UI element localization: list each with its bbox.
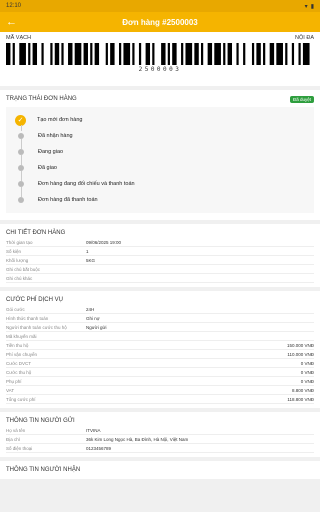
row-key: Số điện thoại <box>6 445 33 451</box>
sender-title: THÔNG TIN NGƯỜI GỬI <box>6 418 75 424</box>
sender-section: THÔNG TIN NGƯỜI GỬI Họ và tên ITVINA Địa … <box>0 412 320 457</box>
row-value: 8.800 VNĐ <box>291 387 314 393</box>
row-key: Ghi chú khác <box>6 275 33 281</box>
row-value: 110.000 VNĐ <box>287 351 314 357</box>
fee-amount-row: Phí vận chuyển 110.000 VNĐ <box>6 350 314 359</box>
row-key: Phí vận chuyển <box>6 351 38 357</box>
fee-amount-row: VAT 8.800 VNĐ <box>6 386 314 395</box>
row-value: Người gửi <box>86 324 107 330</box>
wifi-icon: ▾ <box>304 3 308 10</box>
barcode-label: MÃ VẠCH <box>6 35 32 41</box>
barcode-card: MÃ VẠCH NỘI ĐA 2500003 <box>0 32 320 86</box>
status-title: TRẠNG THÁI ĐƠN HÀNG <box>6 96 77 102</box>
step-label: Đã giao <box>38 165 57 171</box>
step-label: Đã nhận hàng <box>38 133 73 139</box>
step-label: Tạo mới đơn hàng <box>37 117 83 123</box>
fees-section: CƯỚC PHÍ DỊCH VỤ Gói cước 24H Hình thức t… <box>0 291 320 408</box>
row-value: 118.800 VNĐ <box>287 396 314 402</box>
status-timeline: ✓ Tạo mới đơn hàng Đã nhận hàng Đang gia… <box>6 107 314 213</box>
row-value: 5KG <box>86 257 96 263</box>
row-value: Ghi nợ <box>86 315 100 321</box>
fee-amount-row: Cước thu hộ 0 VNĐ <box>6 368 314 377</box>
detail-row: Khối lượng 5KG <box>6 256 314 265</box>
timeline-step: Đơn hàng đã thanh toán <box>14 192 306 208</box>
step-label: Đơn hàng đã thanh toán <box>38 197 98 203</box>
region-label: NỘI ĐA <box>295 35 314 41</box>
status-bar: 12:10 ▾ ▮ <box>0 0 320 12</box>
status-icons: ▾ ▮ <box>305 3 314 10</box>
fee-info-row: Gói cước 24H <box>6 305 314 314</box>
battery-icon: ▮ <box>310 3 314 10</box>
row-key: Tiền thu hộ <box>6 342 29 348</box>
row-value: ITVINA <box>86 427 101 433</box>
fee-amount-row: Phụ phí 0 VNĐ <box>6 377 314 386</box>
page-title: Đơn hàng #2500003 <box>122 17 198 27</box>
sender-row: Địa chỉ 36k Kim Long Ngọc Hà, Ba Đình, Hà… <box>6 435 314 444</box>
status-time: 12:10 <box>6 3 22 9</box>
row-value: 150.000 VNĐ <box>286 342 314 348</box>
row-value: 0 VNĐ <box>300 369 314 375</box>
step-label: Đơn hàng đang đối chiếu và thanh toán <box>38 181 135 187</box>
timeline-step: ✓ Tạo mới đơn hàng <box>14 112 306 131</box>
row-value: 09/06/2025 19:00 <box>86 239 122 245</box>
fee-amount-row: Cước DVCT 0 VNĐ <box>6 359 314 368</box>
row-key: Thời gian tạo <box>6 239 33 245</box>
row-key: Hình thức thanh toán <box>6 315 49 321</box>
row-key: Cước DVCT <box>6 360 31 366</box>
barcode-image <box>6 43 310 65</box>
row-key: Địa chỉ <box>6 436 20 442</box>
barcode-number: 2500003 <box>138 66 182 73</box>
app-bar: ← Đơn hàng #2500003 <box>0 12 320 32</box>
sender-row: Họ và tên ITVINA <box>6 426 314 435</box>
step-label: Đang giao <box>38 149 64 155</box>
row-value: 1 <box>86 248 89 254</box>
detail-row: Thời gian tạo 09/06/2025 19:00 <box>6 238 314 247</box>
timeline-step: Đã giao <box>14 160 306 181</box>
status-section: TRẠNG THÁI ĐƠN HÀNG Đã duyệt ✓ Tạo mới đ… <box>0 90 320 220</box>
row-value: 0 VNĐ <box>300 378 314 384</box>
detail-title: CHI TIẾT ĐƠN HÀNG <box>6 230 66 236</box>
status-badge: Đã duyệt <box>289 95 314 103</box>
row-key: Tổng cước phí <box>6 396 36 402</box>
receiver-section: THÔNG TIN NGƯỜI NHẬN <box>0 461 320 479</box>
check-icon: ✓ <box>15 114 26 126</box>
row-value: 0123456789 <box>86 445 112 451</box>
order-detail-section: CHI TIẾT ĐƠN HÀNG Thời gian tạo 09/06/202… <box>0 224 320 287</box>
row-key: Mã khuyến mãi <box>6 333 37 339</box>
timeline-step: Đã nhận hàng <box>14 128 306 149</box>
scroll-content[interactable]: MÃ VẠCH NỘI ĐA 2500003 TRẠNG THÁI ĐƠN HÀ… <box>0 32 320 512</box>
row-key: Khối lượng <box>6 257 29 263</box>
row-value: 36k Kim Long Ngọc Hà, Ba Đình, Hà Nội, V… <box>86 436 189 442</box>
timeline-step: Đơn hàng đang đối chiếu và thanh toán <box>14 176 306 197</box>
row-key: VAT <box>6 387 15 393</box>
row-key: Cước thu hộ <box>6 369 32 375</box>
fee-info-row: Mã khuyến mãi <box>6 332 314 341</box>
row-value: 24H <box>86 306 95 312</box>
detail-row: Ghi chú khác <box>6 274 314 283</box>
fee-info-row: Người thanh toán cước thu hộ Người gửi <box>6 323 314 332</box>
detail-row: Số kiện 1 <box>6 247 314 256</box>
row-key: Gói cước <box>6 306 25 312</box>
detail-row: Ghi chú bắt buộc <box>6 265 314 274</box>
fee-info-row: Hình thức thanh toán Ghi nợ <box>6 314 314 323</box>
row-key: Họ và tên <box>6 427 26 433</box>
row-key: Ghi chú bắt buộc <box>6 266 41 272</box>
row-value: 0 VNĐ <box>300 360 314 366</box>
row-key: Phụ phí <box>6 378 22 384</box>
step-dot <box>18 197 24 203</box>
fee-amount-row: Tiền thu hộ 150.000 VNĐ <box>6 341 314 350</box>
sender-row: Số điện thoại 0123456789 <box>6 444 314 453</box>
fees-title: CƯỚC PHÍ DỊCH VỤ <box>6 297 63 303</box>
fee-total-row: Tổng cước phí 118.800 VNĐ <box>6 395 314 404</box>
row-key: Người thanh toán cước thu hộ <box>6 324 67 330</box>
receiver-title: THÔNG TIN NGƯỜI NHẬN <box>6 467 81 473</box>
timeline-step: Đang giao <box>14 144 306 165</box>
row-key: Số kiện <box>6 248 22 254</box>
